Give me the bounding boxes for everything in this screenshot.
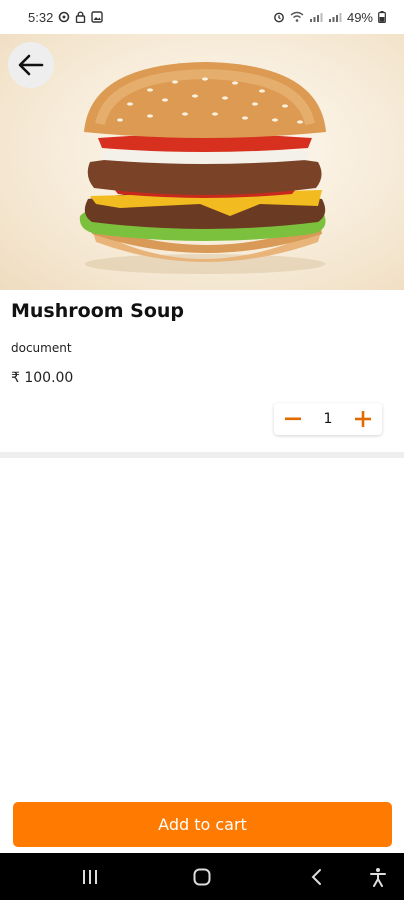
status-time: 5:32 [28,9,54,25]
recent-apps-icon [83,869,97,884]
back-button[interactable] [8,42,54,88]
burger-illustration [79,62,326,274]
minus-icon [285,417,301,421]
nav-back-button[interactable] [286,853,346,900]
quantity-value: 1 [323,411,333,427]
accessibility-icon [370,867,386,887]
arrow-left-icon [18,54,44,76]
home-button[interactable] [172,853,232,900]
back-icon [311,868,321,885]
signal-icon [328,11,342,23]
home-icon [193,868,211,885]
section-divider [0,452,404,458]
decrease-quantity-button[interactable] [280,406,306,432]
product-title: Mushroom Soup [11,300,185,322]
recent-apps-button[interactable] [60,853,120,900]
status-bar: 5:32 49% [0,0,404,34]
battery-percent: 49% [346,9,373,25]
quantity-stepper: 1 [274,403,382,435]
status-right: 49% [273,10,386,25]
system-nav-bar [0,853,404,900]
accessibility-button[interactable] [348,853,404,900]
product-image [0,34,404,290]
product-price: ₹ 100.00 [11,370,74,386]
product-description: document [11,341,72,355]
battery-icon [378,11,386,23]
lock-icon [75,11,86,23]
increase-quantity-button[interactable] [350,406,376,432]
gallery-icon [91,11,104,23]
settings-icon [58,11,70,23]
lte-signal-icon [309,11,323,23]
status-left: 5:32 [28,9,104,25]
plus-icon [354,411,371,427]
wifi-icon [290,11,304,23]
product-details: Mushroom Soup document ₹ 100.00 1 [0,290,404,452]
bottom-action-bar: Add to cart [0,795,404,853]
add-to-cart-button[interactable]: Add to cart [13,802,392,847]
alarm-icon [273,11,285,23]
